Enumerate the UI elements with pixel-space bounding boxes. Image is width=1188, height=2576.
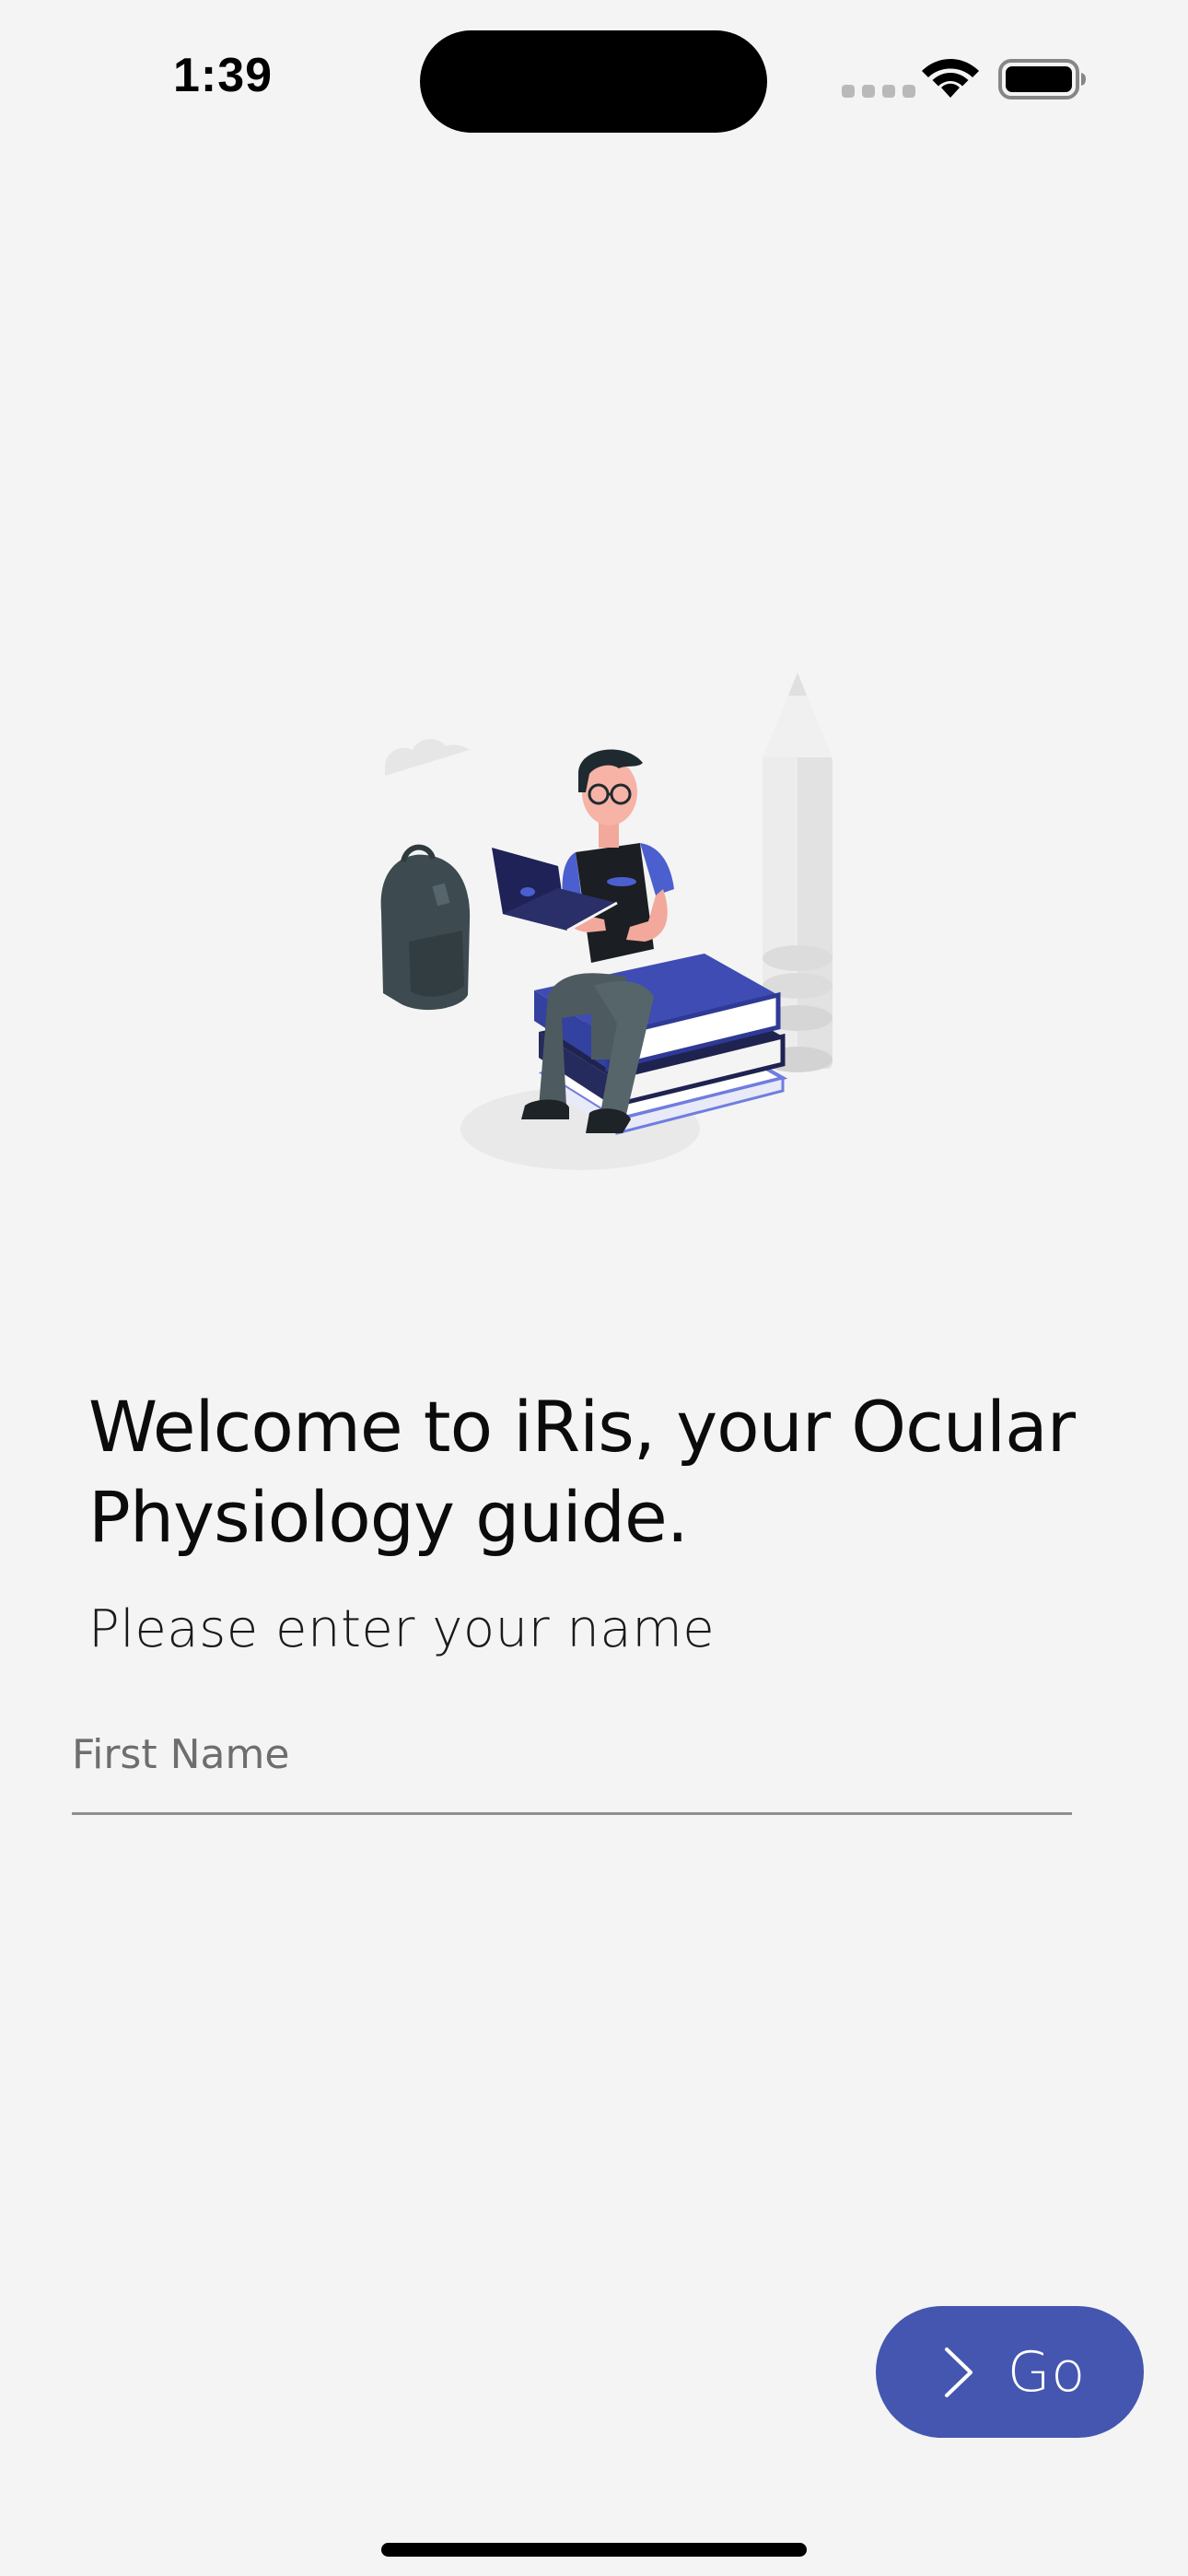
chevron-right-icon [944,2347,973,2397]
welcome-title: Welcome to iRis, your Ocular Physiology … [88,1386,1076,1558]
cellular-signal-icon [842,85,915,98]
status-time: 1:39 [173,49,274,102]
name-prompt: Please enter your name [88,1599,716,1659]
go-button-label: Go [1007,2339,1087,2405]
battery-icon [998,59,1086,100]
home-indicator[interactable] [381,2543,807,2557]
student-on-books-illustration [380,673,833,1170]
first-name-field[interactable] [72,1714,1072,1815]
dynamic-island [420,30,767,133]
go-button[interactable]: Go [876,2306,1144,2438]
wifi-icon [922,59,979,98]
